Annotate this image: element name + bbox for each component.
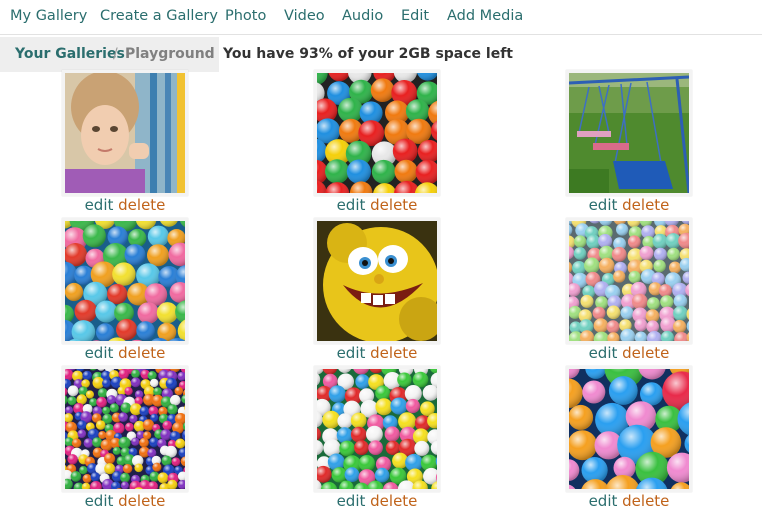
edit-link[interactable]: edit xyxy=(589,344,618,362)
breadcrumb-your-galleries[interactable]: Your Galleries xyxy=(15,46,125,62)
nav-audio[interactable]: Audio xyxy=(342,8,383,24)
delete-link[interactable]: delete xyxy=(370,196,417,214)
photo-thumbnail[interactable] xyxy=(62,366,188,492)
breadcrumb-current-gallery: Playground xyxy=(125,46,215,62)
nav-edit[interactable]: Edit xyxy=(401,8,429,24)
edit-link[interactable]: edit xyxy=(85,492,114,510)
edit-link[interactable]: edit xyxy=(337,344,366,362)
photo-thumbnail[interactable] xyxy=(62,218,188,344)
photo-actions: edit delete xyxy=(566,344,692,362)
delete-link[interactable]: delete xyxy=(622,196,669,214)
delete-link[interactable]: delete xyxy=(118,196,165,214)
breadcrumb: Your Galleries / Playground xyxy=(0,37,219,72)
photo-thumbnail[interactable] xyxy=(566,218,692,344)
nav-my-gallery[interactable]: My Gallery xyxy=(10,8,87,24)
photo-actions: edit delete xyxy=(314,196,440,214)
delete-link[interactable]: delete xyxy=(622,492,669,510)
photo-actions: edit delete xyxy=(62,196,188,214)
photo-actions: edit delete xyxy=(566,196,692,214)
edit-link[interactable]: edit xyxy=(85,344,114,362)
edit-link[interactable]: edit xyxy=(85,196,114,214)
photo-thumbnail[interactable] xyxy=(566,70,692,196)
photo-actions: edit delete xyxy=(314,492,440,510)
photo-thumbnail[interactable] xyxy=(314,70,440,196)
edit-link[interactable]: edit xyxy=(589,492,618,510)
delete-link[interactable]: delete xyxy=(370,344,417,362)
nav-photo[interactable]: Photo xyxy=(225,8,266,24)
photo-thumbnail[interactable] xyxy=(62,70,188,196)
delete-link[interactable]: delete xyxy=(118,344,165,362)
nav-create-gallery[interactable]: Create a Gallery xyxy=(100,8,218,24)
nav-add-media[interactable]: Add Media xyxy=(447,8,523,24)
edit-link[interactable]: edit xyxy=(337,196,366,214)
edit-link[interactable]: edit xyxy=(337,492,366,510)
photo-actions: edit delete xyxy=(62,344,188,362)
storage-space-message: You have 93% of your 2GB space left xyxy=(223,46,514,62)
photo-thumbnail[interactable] xyxy=(566,366,692,492)
nav-video[interactable]: Video xyxy=(284,8,325,24)
photo-thumbnail[interactable] xyxy=(314,218,440,344)
photo-thumbnail[interactable] xyxy=(314,366,440,492)
edit-link[interactable]: edit xyxy=(589,196,618,214)
breadcrumb-separator: / xyxy=(113,46,118,62)
top-navigation: My Gallery Create a Gallery Photo Video … xyxy=(0,0,762,35)
delete-link[interactable]: delete xyxy=(118,492,165,510)
delete-link[interactable]: delete xyxy=(370,492,417,510)
photo-actions: edit delete xyxy=(62,492,188,510)
delete-link[interactable]: delete xyxy=(622,344,669,362)
photo-actions: edit delete xyxy=(566,492,692,510)
photo-actions: edit delete xyxy=(314,344,440,362)
